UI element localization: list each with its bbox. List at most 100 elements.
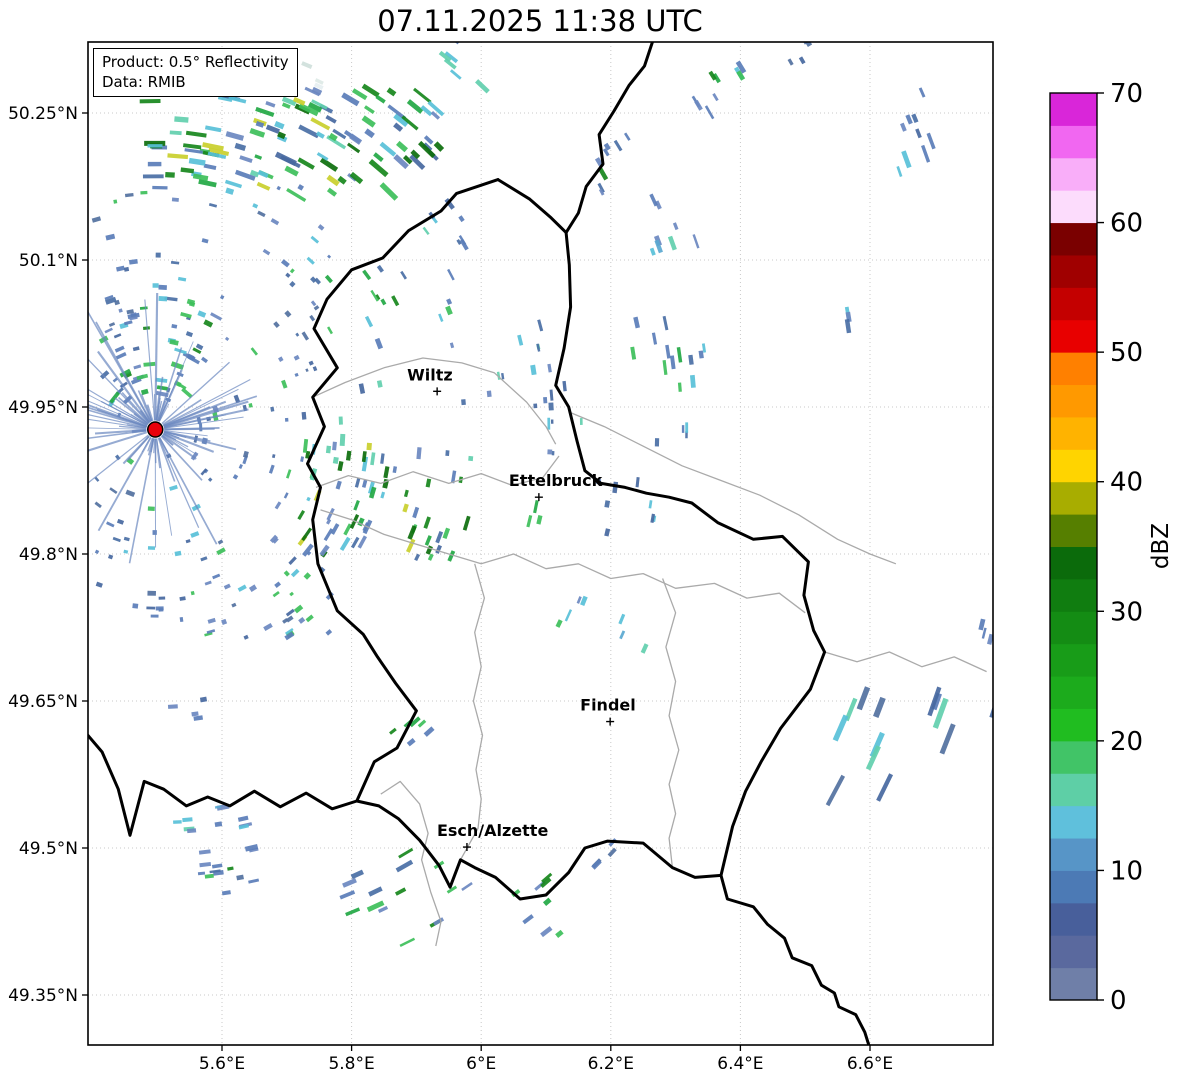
radar-echo bbox=[335, 480, 342, 490]
radar-echo bbox=[179, 596, 186, 601]
radar-echo bbox=[112, 536, 121, 543]
colorbar-segment bbox=[1050, 870, 1097, 904]
radar-echo bbox=[123, 320, 133, 326]
radar-echo bbox=[174, 116, 189, 123]
y-tick-label: 49.5°N bbox=[19, 839, 78, 859]
radar-echo bbox=[406, 99, 424, 114]
radar-echo bbox=[290, 568, 300, 578]
cities: Wiltz Ettelbruck Findel Esch/Alzette bbox=[407, 365, 636, 852]
radar-echo bbox=[158, 608, 164, 612]
radar-echo bbox=[619, 630, 626, 640]
radar-echo bbox=[283, 492, 289, 499]
y-tick-label: 49.8°N bbox=[19, 545, 78, 565]
radar-echo bbox=[142, 174, 164, 179]
radar-echo bbox=[607, 847, 617, 858]
radar-echo bbox=[274, 151, 297, 166]
radar-echo bbox=[370, 452, 376, 466]
radar-echo bbox=[132, 346, 140, 352]
city-marker bbox=[534, 493, 543, 502]
radar-echo bbox=[391, 295, 400, 307]
radar-echo bbox=[147, 546, 156, 550]
radar-echo bbox=[402, 503, 409, 513]
radar-echo bbox=[91, 216, 102, 223]
radar-echo bbox=[375, 94, 386, 104]
colorbar-tick-label: 30 bbox=[1110, 597, 1143, 627]
radar-spoke bbox=[154, 292, 159, 421]
radar-echo bbox=[533, 499, 539, 514]
radar-echo bbox=[106, 521, 115, 528]
radar-echo bbox=[191, 711, 199, 717]
radar-echo bbox=[257, 170, 269, 178]
radar-echo bbox=[268, 464, 275, 474]
radar-echo bbox=[533, 403, 538, 409]
radar-echo bbox=[424, 535, 432, 546]
radar-echo bbox=[339, 433, 346, 446]
radar-echo bbox=[433, 141, 445, 152]
x-tick-label: 6.2°E bbox=[588, 1054, 634, 1074]
radar-echo bbox=[297, 509, 306, 521]
city-label: Esch/Alzette bbox=[437, 821, 548, 840]
colorbar-tick-label: 20 bbox=[1110, 727, 1143, 757]
radar-echo bbox=[248, 584, 258, 592]
radar-echo bbox=[274, 501, 282, 510]
radar-echo bbox=[185, 331, 194, 338]
colorbar-segment bbox=[1050, 384, 1097, 418]
radar-echo bbox=[116, 518, 125, 525]
radar-echo bbox=[125, 489, 136, 498]
radar-echo bbox=[123, 266, 130, 272]
radar-echo bbox=[158, 295, 168, 302]
radar-echo bbox=[140, 190, 148, 195]
radar-echo bbox=[449, 342, 455, 349]
radar-echo bbox=[284, 310, 292, 318]
radar-echo bbox=[669, 355, 676, 370]
radar-echo bbox=[156, 385, 168, 391]
radar-echo bbox=[449, 69, 462, 80]
x-tick-label: 5.6°E bbox=[199, 1054, 245, 1074]
radar-echo bbox=[662, 359, 668, 376]
radar-echo bbox=[203, 319, 214, 328]
colorbar-segment bbox=[1050, 967, 1097, 1001]
radar-echo bbox=[107, 554, 114, 560]
colorbar-segment bbox=[1050, 773, 1097, 807]
radar-echo bbox=[323, 528, 334, 542]
radar-echo bbox=[435, 544, 442, 554]
radar-echo bbox=[305, 368, 309, 373]
radar-echo bbox=[310, 276, 317, 284]
radar-echo bbox=[273, 321, 280, 328]
radar-echo bbox=[113, 199, 118, 204]
radar-echo bbox=[115, 352, 127, 360]
radar-echo bbox=[123, 549, 129, 554]
radar-echo bbox=[312, 366, 318, 372]
colorbar-segment bbox=[1050, 643, 1097, 677]
radar-echo bbox=[152, 530, 157, 535]
district-border bbox=[661, 578, 680, 868]
radar-echo bbox=[285, 608, 295, 617]
radar-echo bbox=[380, 491, 386, 499]
radar-echo bbox=[400, 270, 408, 280]
radar-echo bbox=[171, 324, 178, 329]
radar-echo bbox=[270, 218, 280, 226]
radar-echo bbox=[389, 727, 397, 735]
radar-echo bbox=[147, 144, 163, 148]
radar-echo bbox=[173, 820, 182, 824]
district-border bbox=[568, 411, 897, 565]
radar-echo bbox=[204, 873, 214, 879]
colorbar-segment bbox=[1050, 578, 1097, 612]
radar-echo bbox=[139, 306, 148, 310]
colorbar-segment bbox=[1050, 190, 1097, 224]
colorbar-segment bbox=[1050, 838, 1097, 871]
radar-echo bbox=[376, 264, 384, 273]
radar-echo bbox=[926, 132, 936, 150]
radar-echo bbox=[640, 643, 649, 654]
radar-echo bbox=[896, 166, 903, 177]
radar-echo bbox=[257, 210, 266, 218]
radar-echo bbox=[921, 144, 931, 163]
radar-echo bbox=[651, 332, 658, 345]
radar-echo bbox=[274, 581, 281, 588]
radar-echo bbox=[918, 87, 926, 98]
radar-app-window: 5.6°E 5.8°E 6°E 6.2°E 6.4°E 6.6°E 50.25°N 50.1°… bbox=[0, 0, 1184, 1081]
radar-echo bbox=[672, 222, 679, 231]
radar-echo bbox=[339, 890, 356, 900]
radar-echo bbox=[350, 869, 364, 880]
radar-echo bbox=[262, 248, 271, 256]
